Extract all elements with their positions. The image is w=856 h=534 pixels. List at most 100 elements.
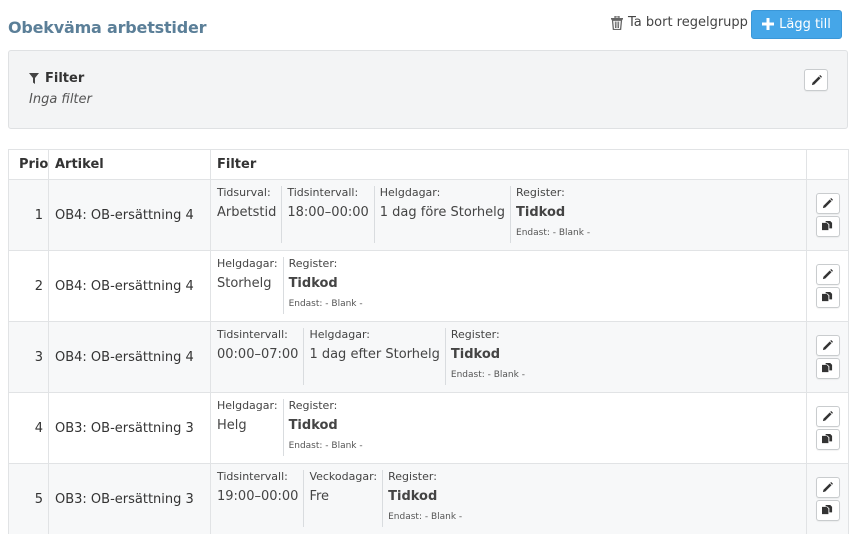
prio-cell: 4 — [8, 392, 49, 464]
pencil-icon — [811, 74, 822, 85]
artikel-cell: OB4: OB-ersättning 4 — [48, 179, 211, 251]
condition-value: 19:00–00:00 — [217, 489, 299, 504]
funnel-icon — [29, 73, 39, 84]
condition-label: Register: — [288, 399, 338, 412]
condition-label: Helgdagar: — [309, 328, 370, 341]
filter-condition: Register: Tidkod Endast: - Blank - — [282, 257, 368, 314]
artikel-cell: OB4: OB-ersättning 4 — [48, 250, 211, 322]
condition-label: Register: — [450, 328, 500, 341]
copy-rule-button[interactable] — [815, 500, 840, 521]
filter-condition: Helgdagar: 1 dag före Storhelg — [373, 186, 510, 243]
condition-label: Tidsintervall: — [287, 186, 359, 199]
filter-panel-title: Filter — [29, 71, 84, 86]
filter-condition: Helgdagar: 1 dag efter Storhelg — [303, 328, 444, 385]
condition-label: Tidsurval: — [217, 186, 271, 199]
condition-label: Helgdagar: — [217, 399, 278, 412]
delete-rule-group-button[interactable]: Ta bort regelgrupp — [611, 15, 748, 30]
filter-condition: Helgdagar: Storhelg — [217, 257, 283, 314]
filter-cell: Helgdagar: Storhelg Register: Tidkod Endast:… — [210, 250, 807, 322]
filter-title-label: Filter — [45, 71, 85, 86]
actions-cell — [806, 392, 849, 464]
filter-condition: Register: Tidkod Endast: - Blank - — [282, 399, 368, 456]
artikel-cell: OB3: OB-ersättning 3 — [48, 392, 211, 464]
condition-label: Tidsintervall: — [217, 470, 288, 483]
edit-rule-button[interactable] — [815, 335, 840, 356]
pencil-icon — [822, 340, 833, 351]
condition-label: Helgdagar: — [217, 257, 278, 270]
artikel-cell: OB3: OB-ersättning 3 — [48, 463, 211, 534]
condition-value: 1 dag efter Storhelg — [309, 347, 440, 362]
table-header-row: Prio Artikel Filter — [8, 149, 849, 180]
pencil-icon — [822, 411, 833, 422]
copy-rule-button[interactable] — [815, 287, 840, 308]
plus-icon — [762, 17, 775, 33]
condition-value: 18:00–00:00 — [287, 205, 369, 220]
edit-filter-button[interactable] — [804, 69, 828, 91]
condition-note: Endast: - Blank - — [288, 441, 363, 451]
condition-value: Tidkod — [288, 418, 338, 433]
filter-condition: Register: Tidkod Endast: - Blank - — [382, 470, 467, 527]
filter-condition: Tidsintervall: 18:00–00:00 — [281, 186, 373, 243]
condition-value: Tidkod — [288, 276, 338, 291]
condition-note: Endast: - Blank - — [450, 370, 525, 380]
filter-cell: Tidsintervall: 19:00–00:00 Veckodagar: Fre R… — [210, 463, 807, 534]
filter-panel: Filter Inga filter — [8, 50, 848, 129]
prio-cell: 5 — [8, 463, 49, 534]
filter-panel-subtitle: Inga filter — [29, 92, 92, 107]
condition-label: Veckodagar: — [309, 470, 378, 483]
table-row: 2 OB4: OB-ersättning 4 Helgdagar: Storhelg R… — [8, 250, 849, 322]
filter-condition: Tidsintervall: 19:00–00:00 — [217, 470, 303, 527]
prio-cell: 3 — [8, 321, 49, 393]
condition-value: Helg — [217, 418, 247, 433]
add-button-label: Lägg till — [779, 17, 831, 32]
copy-rule-button[interactable] — [815, 429, 840, 450]
artikel-cell: OB4: OB-ersättning 4 — [48, 321, 211, 393]
condition-label: Register: — [288, 257, 338, 270]
condition-value: Tidkod — [450, 347, 501, 362]
copy-icon — [822, 363, 833, 373]
delete-rule-group-label: Ta bort regelgrupp — [628, 15, 748, 30]
table-row: 4 OB3: OB-ersättning 3 Helgdagar: Helg Regis… — [8, 392, 849, 464]
column-header-artikel: Artikel — [48, 149, 211, 180]
table-row: 3 OB4: OB-ersättning 4 Tidsintervall: 00:00… — [8, 321, 849, 393]
pencil-icon — [822, 198, 833, 209]
copy-icon — [822, 292, 833, 302]
condition-value: 1 dag före Storhelg — [379, 205, 506, 220]
edit-rule-button[interactable] — [815, 193, 840, 214]
actions-cell — [806, 463, 849, 534]
filter-condition: Veckodagar: Fre — [303, 470, 382, 527]
copy-icon — [822, 505, 833, 515]
condition-label: Tidsintervall: — [217, 328, 288, 341]
condition-label: Register: — [388, 470, 437, 483]
prio-cell: 2 — [8, 250, 49, 322]
page-header: Obekväma arbetstider Ta bort regelgrupp … — [0, 0, 856, 48]
edit-rule-button[interactable] — [815, 406, 840, 427]
page-title: Obekväma arbetstider — [8, 18, 207, 37]
condition-value: Tidkod — [388, 489, 438, 504]
add-button[interactable]: Lägg till — [751, 10, 842, 39]
copy-rule-button[interactable] — [815, 216, 840, 237]
rules-table: Prio Artikel Filter 1 OB4: OB-ersättning … — [8, 149, 849, 534]
condition-value: Arbetstid — [217, 205, 277, 220]
filter-cell: Helgdagar: Helg Register: Tidkod Endast: - B… — [210, 392, 807, 464]
edit-rule-button[interactable] — [815, 264, 840, 285]
condition-label: Helgdagar: — [379, 186, 441, 199]
condition-value: Tidkod — [516, 205, 566, 220]
filter-condition: Register: Tidkod Endast: - Blank - — [510, 186, 595, 243]
edit-rule-button[interactable] — [815, 477, 840, 498]
table-row: 1 OB4: OB-ersättning 4 Tidsurval: Arbetstid… — [8, 179, 849, 251]
column-header-actions — [806, 149, 849, 180]
pencil-icon — [822, 482, 833, 493]
copy-icon — [822, 434, 833, 444]
filter-cell: Tidsintervall: 00:00–07:00 Helgdagar: 1 dag… — [210, 321, 807, 393]
filter-condition: Tidsurval: Arbetstid — [217, 186, 281, 243]
column-header-filter: Filter — [210, 149, 807, 180]
condition-note: Endast: - Blank - — [388, 512, 463, 522]
actions-cell — [806, 321, 849, 393]
copy-icon — [822, 221, 833, 231]
actions-cell — [806, 250, 849, 322]
trash-icon — [611, 15, 623, 30]
filter-condition: Tidsintervall: 00:00–07:00 — [217, 328, 303, 385]
copy-rule-button[interactable] — [815, 358, 840, 379]
condition-value: Storhelg — [217, 276, 272, 291]
